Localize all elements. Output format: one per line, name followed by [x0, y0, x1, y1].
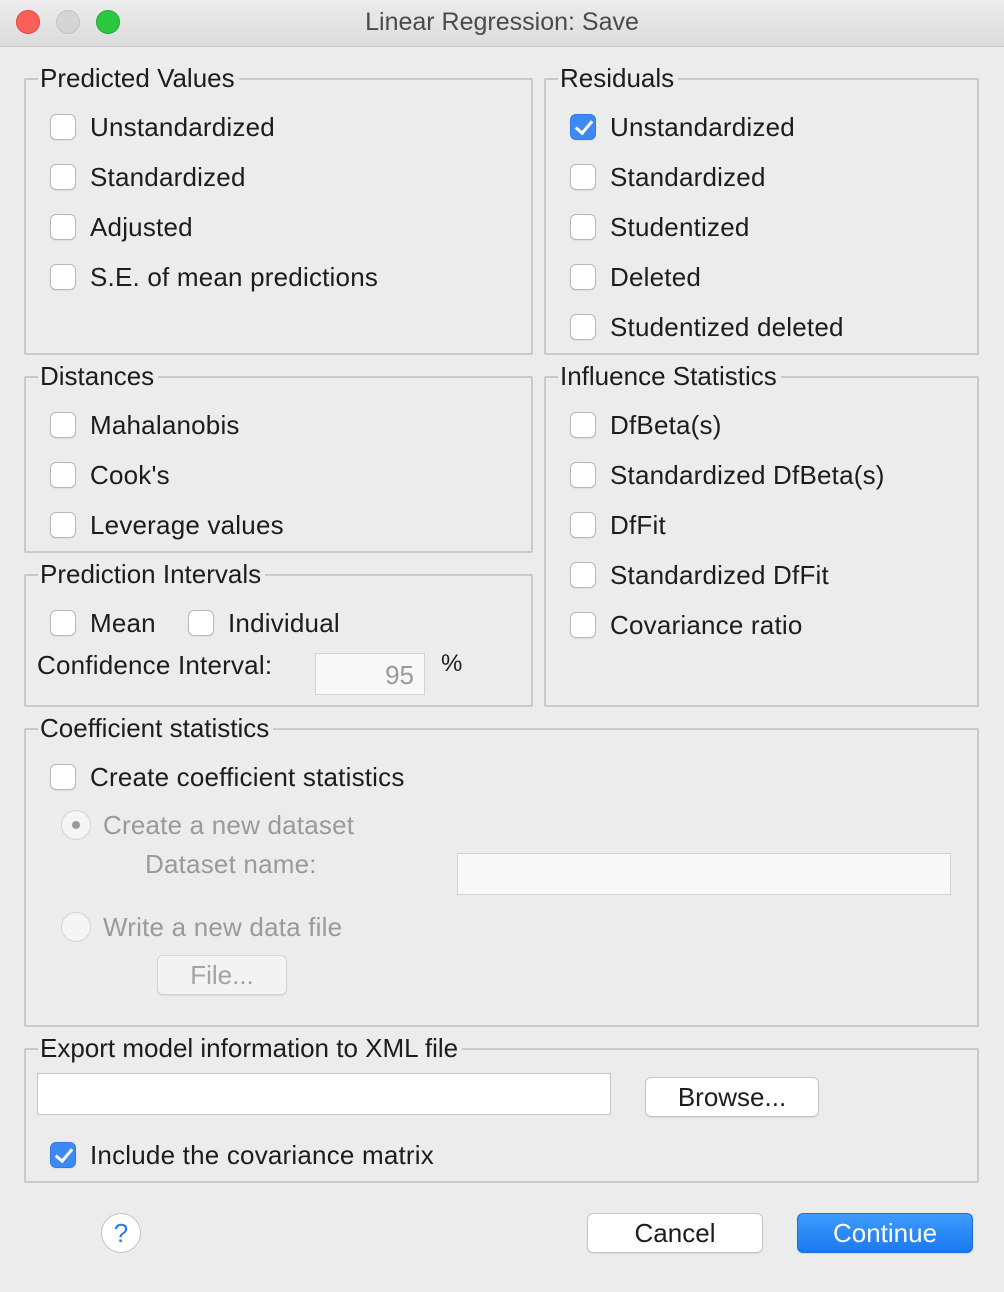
influence-covariance-ratio-label: Covariance ratio	[610, 609, 803, 640]
interval-individual-label: Individual	[228, 607, 340, 638]
browse-button[interactable]: Browse...	[645, 1077, 819, 1117]
confidence-interval-value: 95	[385, 660, 414, 690]
influence-covariance-ratio-option[interactable]: Covariance ratio	[570, 608, 803, 642]
influence-covariance-ratio-checkbox[interactable]	[570, 612, 596, 638]
title-bar: Linear Regression: Save	[0, 0, 1004, 47]
include-covariance-label: Include the covariance matrix	[90, 1139, 434, 1170]
distance-cooks-label: Cook's	[90, 459, 170, 490]
influence-std-dffit-checkbox[interactable]	[570, 562, 596, 588]
create-coefficient-statistics-option[interactable]: Create coefficient statistics	[50, 760, 405, 794]
influence-std-dfbeta-option[interactable]: Standardized DfBeta(s)	[570, 458, 885, 492]
dataset-name-label: Dataset name:	[145, 849, 317, 879]
dataset-name-input[interactable]	[457, 853, 951, 895]
distance-mahalanobis-checkbox[interactable]	[50, 412, 76, 438]
predicted-se-mean-checkbox[interactable]	[50, 264, 76, 290]
distances-legend: Distances	[38, 360, 159, 392]
residual-studentized-label: Studentized	[610, 211, 750, 242]
prediction-intervals-group: Prediction Intervals	[24, 558, 533, 707]
residual-unstandardized-option[interactable]: Unstandardized	[570, 110, 795, 144]
distance-cooks-checkbox[interactable]	[50, 462, 76, 488]
predicted-se-mean-option[interactable]: S.E. of mean predictions	[50, 260, 378, 294]
distance-cooks-option[interactable]: Cook's	[50, 458, 170, 492]
predicted-standardized-option[interactable]: Standardized	[50, 160, 246, 194]
influence-statistics-legend: Influence Statistics	[558, 360, 781, 392]
create-new-dataset-option[interactable]: Create a new dataset	[61, 808, 354, 842]
influence-dffit-label: DfFit	[610, 509, 666, 540]
window-title: Linear Regression: Save	[365, 8, 639, 36]
include-covariance-checkbox[interactable]	[50, 1142, 76, 1168]
write-new-data-file-option[interactable]: Write a new data file	[61, 910, 342, 944]
residual-studentized-checkbox[interactable]	[570, 214, 596, 240]
residual-unstandardized-checkbox[interactable]	[570, 114, 596, 140]
influence-dfbeta-checkbox[interactable]	[570, 412, 596, 438]
export-xml-legend: Export model information to XML file	[38, 1032, 463, 1064]
residuals-legend: Residuals	[558, 62, 679, 94]
residual-standardized-option[interactable]: Standardized	[570, 160, 766, 194]
file-button[interactable]: File...	[157, 955, 287, 995]
residual-studentized-option[interactable]: Studentized	[570, 210, 750, 244]
interval-mean-option[interactable]: Mean	[50, 606, 156, 640]
write-new-data-file-radio[interactable]	[61, 912, 91, 942]
distance-leverage-option[interactable]: Leverage values	[50, 508, 284, 542]
predicted-standardized-checkbox[interactable]	[50, 164, 76, 190]
percent-sign: %	[441, 650, 463, 677]
residual-unstandardized-label: Unstandardized	[610, 111, 795, 142]
distance-mahalanobis-label: Mahalanobis	[90, 409, 240, 440]
influence-std-dfbeta-checkbox[interactable]	[570, 462, 596, 488]
include-covariance-option[interactable]: Include the covariance matrix	[50, 1138, 434, 1172]
residual-deleted-option[interactable]: Deleted	[570, 260, 701, 294]
residual-studentized-deleted-option[interactable]: Studentized deleted	[570, 310, 844, 344]
residual-standardized-checkbox[interactable]	[570, 164, 596, 190]
help-button[interactable]: ?	[101, 1213, 141, 1253]
residual-deleted-label: Deleted	[610, 261, 702, 292]
predicted-adjusted-option[interactable]: Adjusted	[50, 210, 193, 244]
create-coefficient-statistics-label: Create coefficient statistics	[90, 761, 405, 792]
influence-dffit-option[interactable]: DfFit	[570, 508, 666, 542]
predicted-se-mean-label: S.E. of mean predictions	[90, 261, 379, 292]
confidence-interval-input[interactable]: 95	[315, 653, 425, 695]
interval-individual-option[interactable]: Individual	[188, 606, 340, 640]
help-icon: ?	[113, 1217, 129, 1248]
xml-file-path-input[interactable]	[37, 1073, 611, 1115]
residual-deleted-checkbox[interactable]	[570, 264, 596, 290]
predicted-adjusted-label: Adjusted	[90, 211, 193, 242]
create-new-dataset-label: Create a new dataset	[103, 809, 355, 840]
predicted-adjusted-checkbox[interactable]	[50, 214, 76, 240]
influence-dffit-checkbox[interactable]	[570, 512, 596, 538]
create-new-dataset-radio[interactable]	[61, 810, 91, 840]
residual-standardized-label: Standardized	[610, 161, 766, 192]
residual-studentized-deleted-label: Studentized deleted	[610, 311, 844, 342]
distance-leverage-label: Leverage values	[90, 509, 284, 540]
influence-std-dffit-label: Standardized DfFit	[610, 559, 829, 590]
distance-mahalanobis-option[interactable]: Mahalanobis	[50, 408, 240, 442]
predicted-unstandardized-label: Unstandardized	[90, 111, 275, 142]
write-new-data-file-label: Write a new data file	[103, 911, 343, 942]
coefficient-statistics-legend: Coefficient statistics	[38, 712, 274, 744]
prediction-intervals-legend: Prediction Intervals	[38, 558, 266, 590]
predicted-unstandardized-checkbox[interactable]	[50, 114, 76, 140]
influence-dfbeta-label: DfBeta(s)	[610, 409, 722, 440]
residual-studentized-deleted-checkbox[interactable]	[570, 314, 596, 340]
distance-leverage-checkbox[interactable]	[50, 512, 76, 538]
predicted-unstandardized-option[interactable]: Unstandardized	[50, 110, 275, 144]
interval-mean-checkbox[interactable]	[50, 610, 76, 636]
cancel-button[interactable]: Cancel	[587, 1213, 763, 1253]
predicted-values-legend: Predicted Values	[38, 62, 239, 94]
predicted-standardized-label: Standardized	[90, 161, 246, 192]
influence-std-dfbeta-label: Standardized DfBeta(s)	[610, 459, 885, 490]
confidence-interval-label: Confidence Interval:	[37, 650, 273, 680]
influence-std-dffit-option[interactable]: Standardized DfFit	[570, 558, 829, 592]
interval-mean-label: Mean	[90, 607, 156, 638]
continue-button[interactable]: Continue	[797, 1213, 973, 1253]
interval-individual-checkbox[interactable]	[188, 610, 214, 636]
create-coefficient-statistics-checkbox[interactable]	[50, 764, 76, 790]
influence-dfbeta-option[interactable]: DfBeta(s)	[570, 408, 722, 442]
